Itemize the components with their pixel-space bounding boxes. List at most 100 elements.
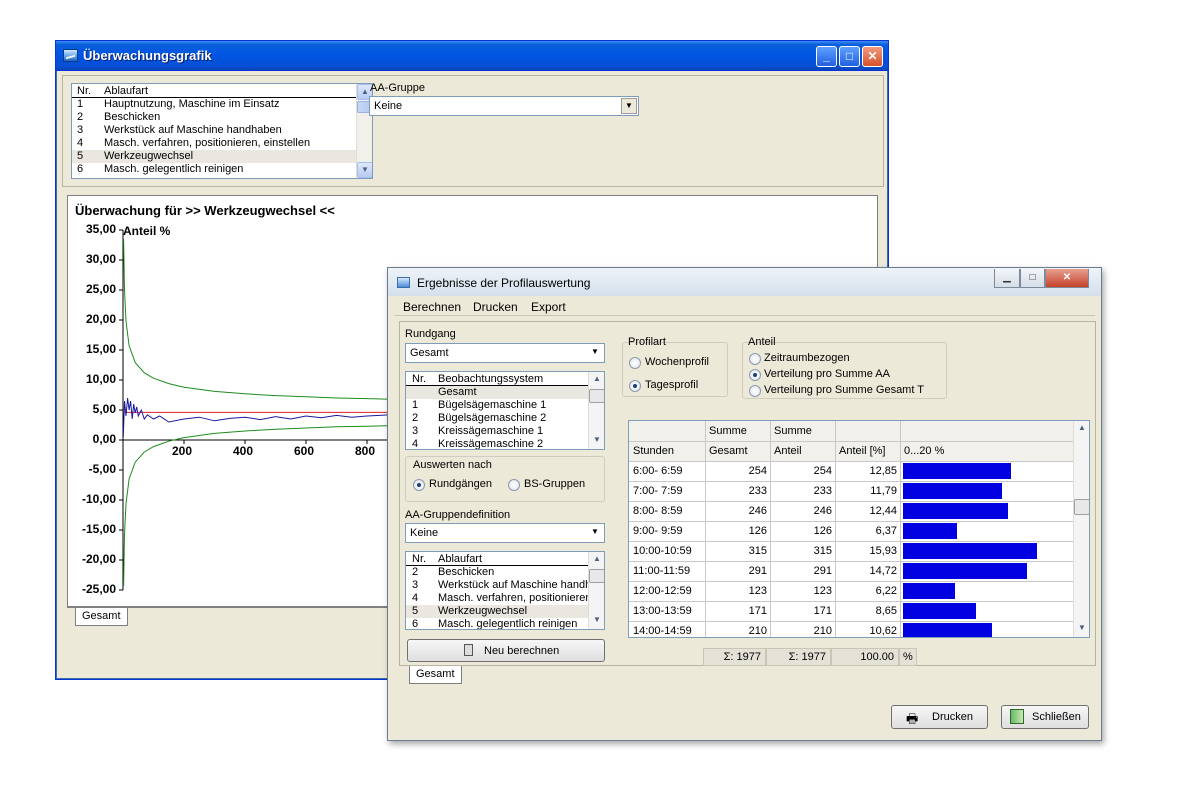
beobachtungssystem-list[interactable]: Nr. Beobachtungssystem Gesamt 1 Bügelsäg…: [405, 371, 605, 450]
rundgang-select[interactable]: Gesamt ▼: [405, 343, 605, 363]
item-name: Masch. verfahren, positionieren,: [438, 592, 595, 604]
select-value: Keine: [410, 527, 439, 539]
maximize-button[interactable]: □: [1020, 269, 1045, 288]
maximize-button[interactable]: □: [839, 46, 860, 67]
list-item[interactable]: 3 Werkstück auf Maschine handh: [406, 579, 592, 592]
scroll-up-icon[interactable]: ▲: [589, 372, 604, 388]
close-button[interactable]: ✕: [1045, 269, 1089, 288]
list-item[interactable]: 4 Kreissägemaschine 2: [406, 438, 589, 449]
scroll-down-icon[interactable]: ▼: [589, 433, 604, 449]
scroll-up-icon[interactable]: ▲: [1074, 421, 1089, 437]
list-item-selected[interactable]: Gesamt: [406, 386, 589, 399]
item-nr: 5: [412, 605, 419, 617]
scroll-thumb[interactable]: [1074, 499, 1089, 515]
list-scrollbar[interactable]: ▲ ▼: [588, 552, 604, 629]
list-header: Nr. Ablaufart: [406, 553, 589, 566]
profilart-label: Profilart: [628, 336, 666, 348]
row-divider: [629, 541, 1074, 542]
list-item[interactable]: 4 Masch. verfahren, positionieren,: [406, 592, 595, 605]
row-divider: [629, 621, 1074, 622]
aa-gruppe-select[interactable]: Keine ▼: [369, 96, 639, 116]
tab-page: Rundgang Gesamt ▼ Nr. Beobachtungssystem…: [399, 321, 1096, 666]
percent-bar: [903, 543, 1037, 559]
item-nr: 5: [77, 150, 84, 162]
list-item[interactable]: 2 Bügelsägemaschine 2: [406, 412, 589, 425]
select-value: Gesamt: [410, 347, 449, 359]
row-divider: [629, 501, 1074, 502]
list-item[interactable]: 1 Hauptnutzung, Maschine im Einsatz: [72, 98, 357, 111]
ablaufart-list[interactable]: Nr. Ablaufart 1 Hauptnutzung, Maschine i…: [71, 83, 373, 179]
cell-pct: 6,22: [875, 585, 897, 597]
menu-berechnen[interactable]: Berechnen: [403, 300, 461, 314]
tab-gesamt[interactable]: Gesamt: [75, 608, 128, 626]
percent-bar: [903, 463, 1011, 479]
scroll-thumb[interactable]: [589, 569, 604, 583]
list-item[interactable]: 6 Masch. gelegentlich reinigen: [72, 163, 357, 176]
item-name: Werkzeugwechsel: [438, 605, 528, 617]
rundgang-label: Rundgang: [405, 328, 456, 340]
scroll-down-icon[interactable]: ▼: [357, 162, 372, 178]
scroll-thumb[interactable]: [589, 389, 604, 403]
schliessen-button[interactable]: Schließen: [1001, 705, 1089, 729]
radio-verteilung-gesamt-label: Verteilung pro Summe Gesamt T: [764, 384, 924, 396]
header-name: Ablaufart: [104, 85, 149, 97]
scroll-up-icon[interactable]: ▲: [589, 552, 604, 568]
radio-bs-gruppen[interactable]: [508, 479, 520, 491]
list-item-selected[interactable]: 5 Werkzeugwechsel: [72, 150, 357, 163]
item-name: Werkzeugwechsel: [104, 150, 194, 162]
chevron-down-icon[interactable]: ▼: [587, 525, 603, 541]
minimize-button[interactable]: ▁: [994, 269, 1020, 288]
item-nr: 4: [412, 592, 419, 604]
menu-export[interactable]: Export: [531, 300, 566, 314]
ablaufart-list[interactable]: Nr. Ablaufart 2 Beschicken 3 Werkstück a…: [405, 551, 605, 630]
list-item[interactable]: 2 Beschicken: [72, 111, 357, 124]
list-item[interactable]: 2 Beschicken: [406, 566, 589, 579]
button-label: Schließen: [1032, 711, 1081, 723]
chevron-down-icon[interactable]: ▼: [587, 345, 603, 361]
list-item[interactable]: 6 Masch. gelegentlich reinigen: [406, 618, 589, 629]
list-scrollbar[interactable]: ▲ ▼: [588, 372, 604, 449]
printer-icon: 🖶: [906, 711, 919, 726]
item-name: Masch. verfahren, positionieren, einstel…: [104, 137, 311, 149]
radio-tagesprofil[interactable]: [629, 380, 641, 392]
list-item[interactable]: 3 Werkstück auf Maschine handhaben: [72, 124, 357, 137]
radio-rundgaengen[interactable]: [413, 479, 425, 491]
radio-verteilung-gesamt[interactable]: [749, 385, 761, 397]
drucken-button[interactable]: 🖶 Drucken: [891, 705, 988, 729]
radio-zeitraumbezogen[interactable]: [749, 353, 761, 365]
cell-anteil: 126: [813, 525, 832, 537]
title-bar[interactable]: Ergebnisse der Profilauswertung ▁ □ ✕: [388, 268, 1101, 296]
table-scrollbar[interactable]: ▲ ▼: [1073, 421, 1089, 637]
title-bar[interactable]: Überwachungsgrafik _ □ ✕: [56, 41, 888, 71]
chevron-down-icon[interactable]: ▼: [621, 98, 637, 114]
item-nr: 3: [412, 579, 419, 591]
aa-def-select[interactable]: Keine ▼: [405, 523, 605, 543]
series-observed: [122, 397, 392, 438]
radio-verteilung-aa[interactable]: [749, 369, 761, 381]
close-button[interactable]: ✕: [862, 46, 883, 67]
list-item[interactable]: 1 Bügelsägemaschine 1: [406, 399, 589, 412]
column-header: Stunden: [633, 445, 674, 457]
scroll-down-icon[interactable]: ▼: [589, 613, 604, 629]
item-name: Kreissägemaschine 1: [438, 425, 544, 437]
cell-pct: 11,79: [870, 485, 897, 497]
menu-drucken[interactable]: Drucken: [473, 300, 518, 314]
tab-gesamt[interactable]: Gesamt: [409, 666, 462, 684]
item-name: Werkstück auf Maschine handh: [438, 579, 592, 591]
scroll-down-icon[interactable]: ▼: [1074, 621, 1089, 637]
cell-anteil: 171: [813, 605, 832, 617]
item-name: Beschicken: [438, 566, 495, 578]
neu-berechnen-button[interactable]: Neu berechnen: [407, 639, 605, 662]
minimize-button[interactable]: _: [816, 46, 837, 67]
list-item-selected[interactable]: 5 Werkzeugwechsel: [406, 605, 589, 618]
radio-wochenprofil[interactable]: [629, 357, 641, 369]
results-table[interactable]: ▲ ▼ Summe Summe Stunden Gesamt Anteil Anteil …: [628, 420, 1090, 638]
item-nr: 2: [412, 412, 419, 424]
list-item[interactable]: 4 Masch. verfahren, positionieren, einst…: [72, 137, 357, 150]
series-upper-limit: [123, 238, 392, 400]
cell-gesamt: 291: [748, 565, 767, 577]
row-divider: [629, 481, 1074, 482]
cell-pct: 14,72: [869, 565, 897, 577]
cell-anteil: 123: [813, 585, 832, 597]
list-item[interactable]: 3 Kreissägemaschine 1: [406, 425, 589, 438]
